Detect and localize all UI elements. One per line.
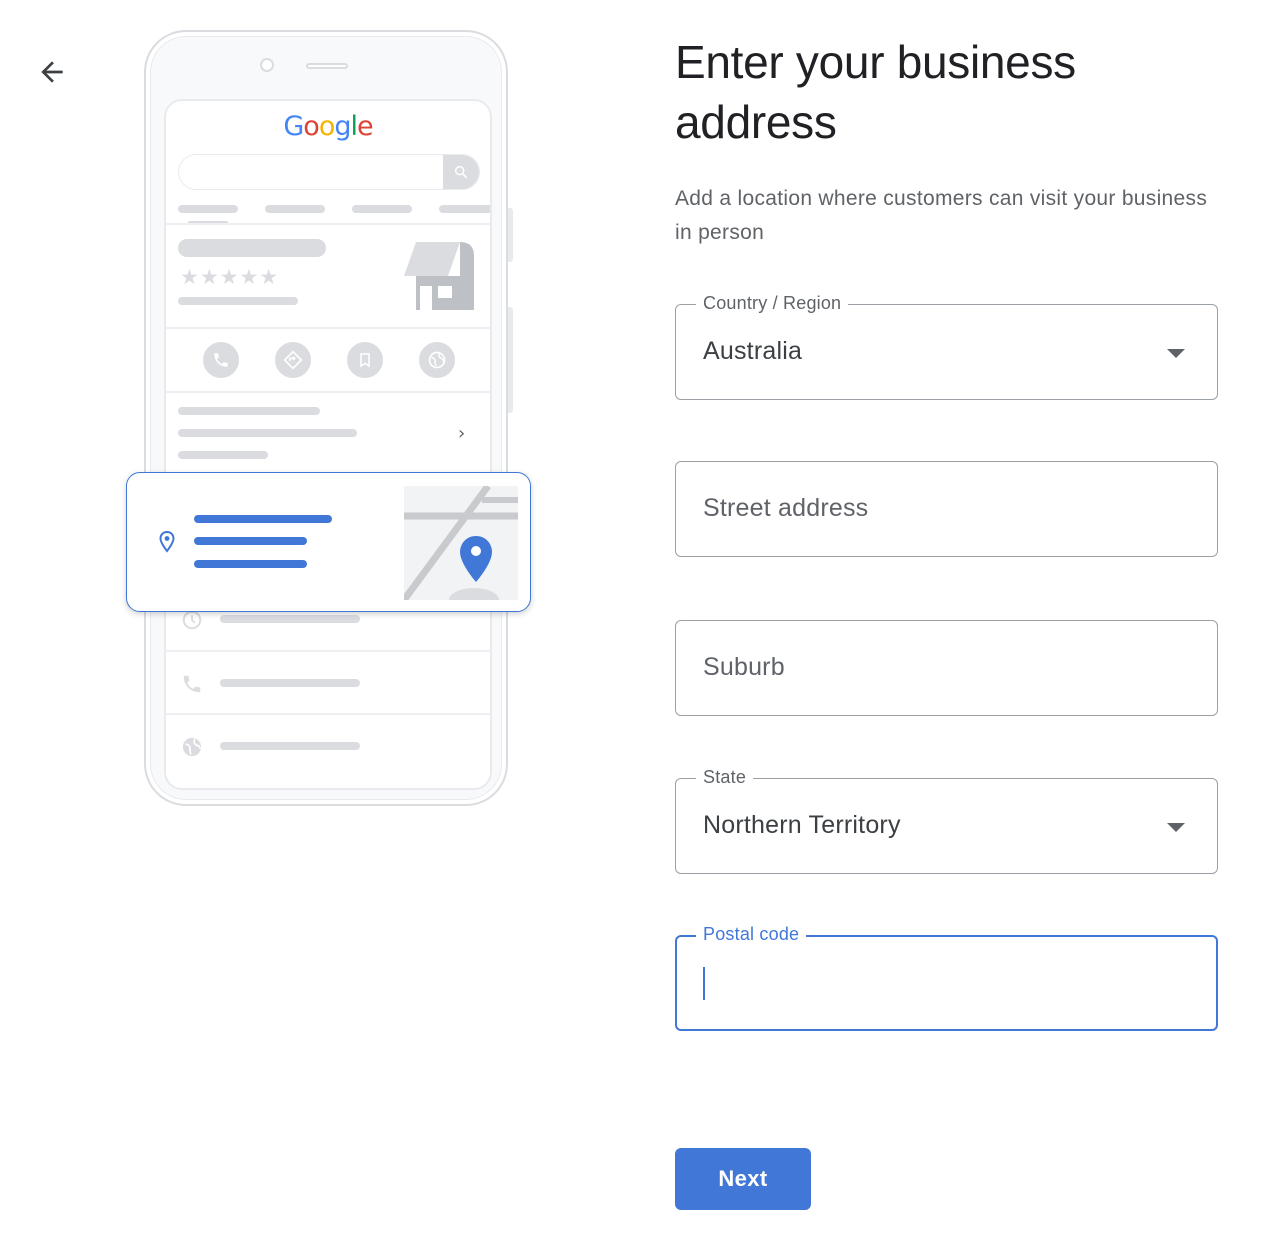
map-roads-icon — [404, 486, 518, 600]
placeholder-business-name — [178, 239, 326, 257]
address-line-placeholder — [194, 537, 307, 545]
logo-letter: o — [303, 111, 320, 142]
dropdown-arrow-icon — [1167, 823, 1185, 832]
state-value: Northern Territory — [703, 811, 901, 839]
phone-illustration: Google ★★★★★ › — [144, 30, 513, 806]
phone-side-button — [508, 208, 513, 262]
placeholder-line — [178, 429, 357, 437]
country-region-value: Australia — [703, 337, 803, 365]
dropdown-arrow-icon — [1167, 349, 1185, 358]
globe-icon — [182, 737, 202, 757]
state-label: State — [696, 765, 754, 789]
phone-icon — [183, 675, 201, 693]
divider — [166, 650, 490, 652]
location-card-illustration — [126, 472, 531, 612]
directions-icon — [283, 350, 303, 370]
mini-search-bar — [178, 154, 480, 190]
placeholder-save-action — [347, 342, 383, 378]
postal-code-label: Postal code — [696, 922, 807, 946]
mini-map — [404, 486, 518, 600]
globe-icon — [428, 351, 446, 369]
phone-icon — [214, 353, 228, 367]
page-title: Enter your business address — [675, 36, 1076, 148]
chevron-right-icon: › — [458, 423, 466, 444]
placeholder-line — [178, 451, 268, 459]
rating-stars: ★★★★★ — [180, 265, 280, 289]
logo-letter: o — [318, 111, 336, 142]
phone-side-button — [508, 307, 513, 413]
divider — [166, 713, 490, 715]
google-logo: Google — [166, 111, 490, 142]
logo-letter: g — [334, 111, 351, 142]
state-select[interactable]: State Northern Territory — [675, 765, 1218, 874]
postal-code-input[interactable]: Postal code — [675, 922, 1218, 1031]
divider — [166, 391, 490, 393]
address-line-placeholder — [194, 560, 307, 568]
address-line-placeholder — [194, 515, 332, 523]
phone-speaker — [306, 63, 348, 69]
placeholder-line — [178, 297, 298, 305]
search-icon — [454, 165, 468, 179]
placeholder-line — [220, 679, 360, 687]
placeholder-line — [220, 615, 360, 623]
suburb-placeholder: Suburb — [703, 653, 785, 681]
phone-screen: Google ★★★★★ › — [164, 99, 492, 790]
row-phone — [180, 672, 204, 696]
divider — [166, 223, 490, 225]
placeholder-tab — [178, 205, 238, 213]
page-subtitle: Add a location where customers can visit… — [675, 187, 1208, 244]
suburb-input[interactable]: Suburb — [675, 620, 1218, 716]
placeholder-tab — [352, 205, 412, 213]
country-region-label: Country / Region — [696, 291, 849, 315]
storefront-icon — [404, 242, 474, 310]
back-button[interactable] — [30, 50, 74, 94]
placeholder-line — [178, 407, 320, 415]
placeholder-website-action — [419, 342, 455, 378]
divider — [166, 327, 490, 329]
placeholder-directions-action — [275, 342, 311, 378]
street-address-placeholder: Street address — [703, 494, 869, 522]
arrow-back-icon — [41, 61, 63, 83]
row-website — [180, 735, 204, 759]
phone-camera — [260, 58, 274, 72]
text-cursor — [703, 967, 705, 1000]
location-pin-outline-icon — [159, 530, 175, 553]
bookmark-icon — [360, 353, 370, 368]
logo-letter: G — [283, 111, 304, 142]
logo-letter: e — [357, 111, 374, 142]
placeholder-line — [220, 742, 360, 750]
next-button[interactable]: Next — [675, 1148, 811, 1210]
placeholder-tab — [265, 205, 325, 213]
placeholder-tab — [439, 205, 490, 213]
street-address-input[interactable]: Street address — [675, 461, 1218, 557]
clock-icon — [182, 610, 202, 630]
country-region-select[interactable]: Country / Region Australia — [675, 291, 1218, 400]
placeholder-call-action — [203, 342, 239, 378]
mini-search-button — [443, 155, 479, 189]
